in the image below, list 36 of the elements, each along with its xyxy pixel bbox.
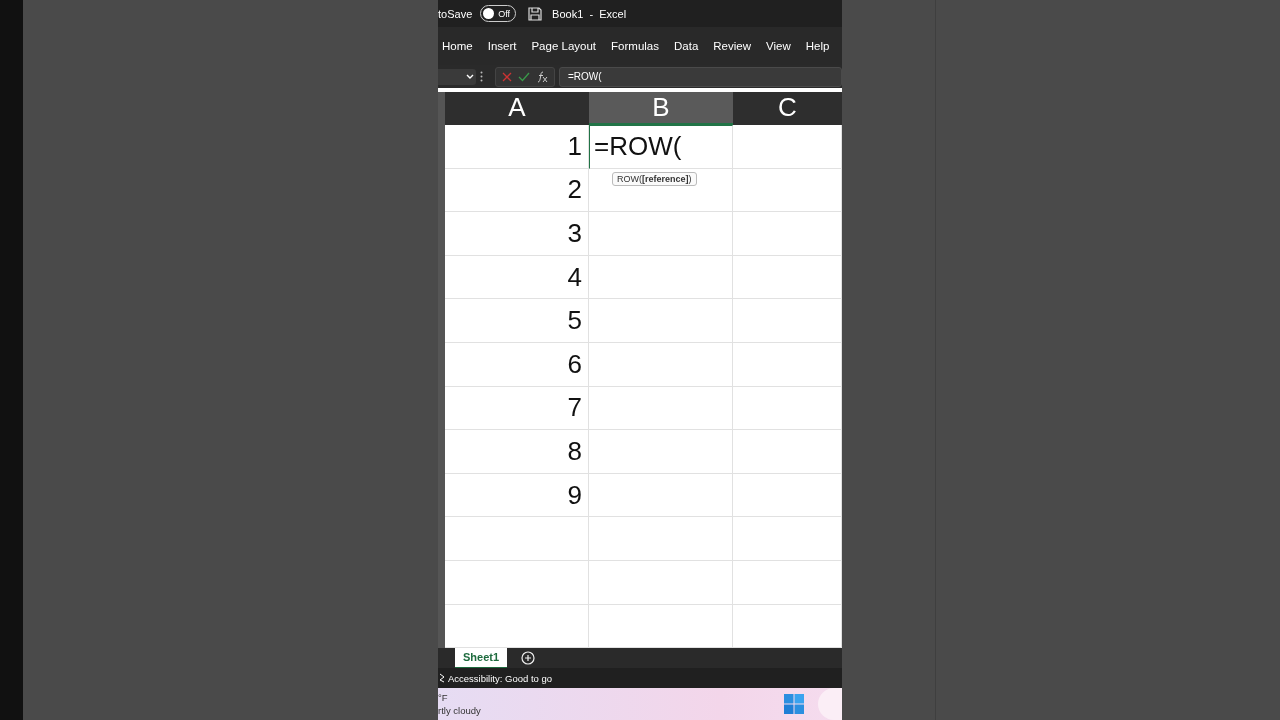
autosave-label: toSave: [438, 7, 473, 20]
sheet-tab[interactable]: Sheet1: [455, 647, 508, 669]
status-text: Accessibility: Good to go: [448, 672, 553, 684]
more-icon[interactable]: [480, 71, 483, 82]
function-tooltip: ROW([reference]): [612, 172, 697, 186]
dropdown-icon[interactable]: [466, 73, 474, 80]
table-cell: 6: [445, 342, 589, 387]
check-icon[interactable]: [518, 71, 530, 82]
ribbon-tab[interactable]: Review: [713, 40, 751, 52]
table-cell: 9: [445, 473, 589, 518]
accessibility-icon[interactable]: [438, 673, 446, 683]
add-sheet-icon[interactable]: [521, 651, 536, 665]
ribbon-tab[interactable]: Data: [674, 40, 699, 52]
ribbon-tab[interactable]: Home: [442, 40, 473, 52]
table-cell: 3: [445, 212, 589, 256]
table-cell: 2: [445, 168, 589, 213]
ribbon-tab[interactable]: Page Layout: [531, 40, 597, 52]
table-cell: 1: [445, 125, 589, 169]
table-cell: 8: [445, 430, 589, 474]
ribbon-tab[interactable]: Help: [805, 40, 830, 52]
table-cell: 4: [445, 255, 589, 300]
save-icon[interactable]: [528, 6, 543, 21]
weather-temperature: °F: [438, 691, 449, 704]
table-cell: 5: [445, 299, 589, 343]
formula-field[interactable]: =ROW(: [559, 66, 842, 87]
name-box[interactable]: [438, 68, 476, 85]
windows-start-icon[interactable]: [784, 694, 804, 714]
weather-text: rtly cloudy: [438, 704, 482, 717]
cancel-icon[interactable]: [502, 71, 512, 82]
column-header[interactable]: B: [589, 92, 733, 125]
ribbon-tab[interactable]: Insert: [487, 40, 517, 52]
ribbon-tab[interactable]: View: [766, 40, 791, 52]
window-title: Book1 - Excel: [552, 7, 627, 20]
ribbon-tab[interactable]: Formulas: [611, 40, 659, 52]
table-cell: 7: [445, 386, 589, 431]
function-icon[interactable]: [536, 70, 548, 83]
